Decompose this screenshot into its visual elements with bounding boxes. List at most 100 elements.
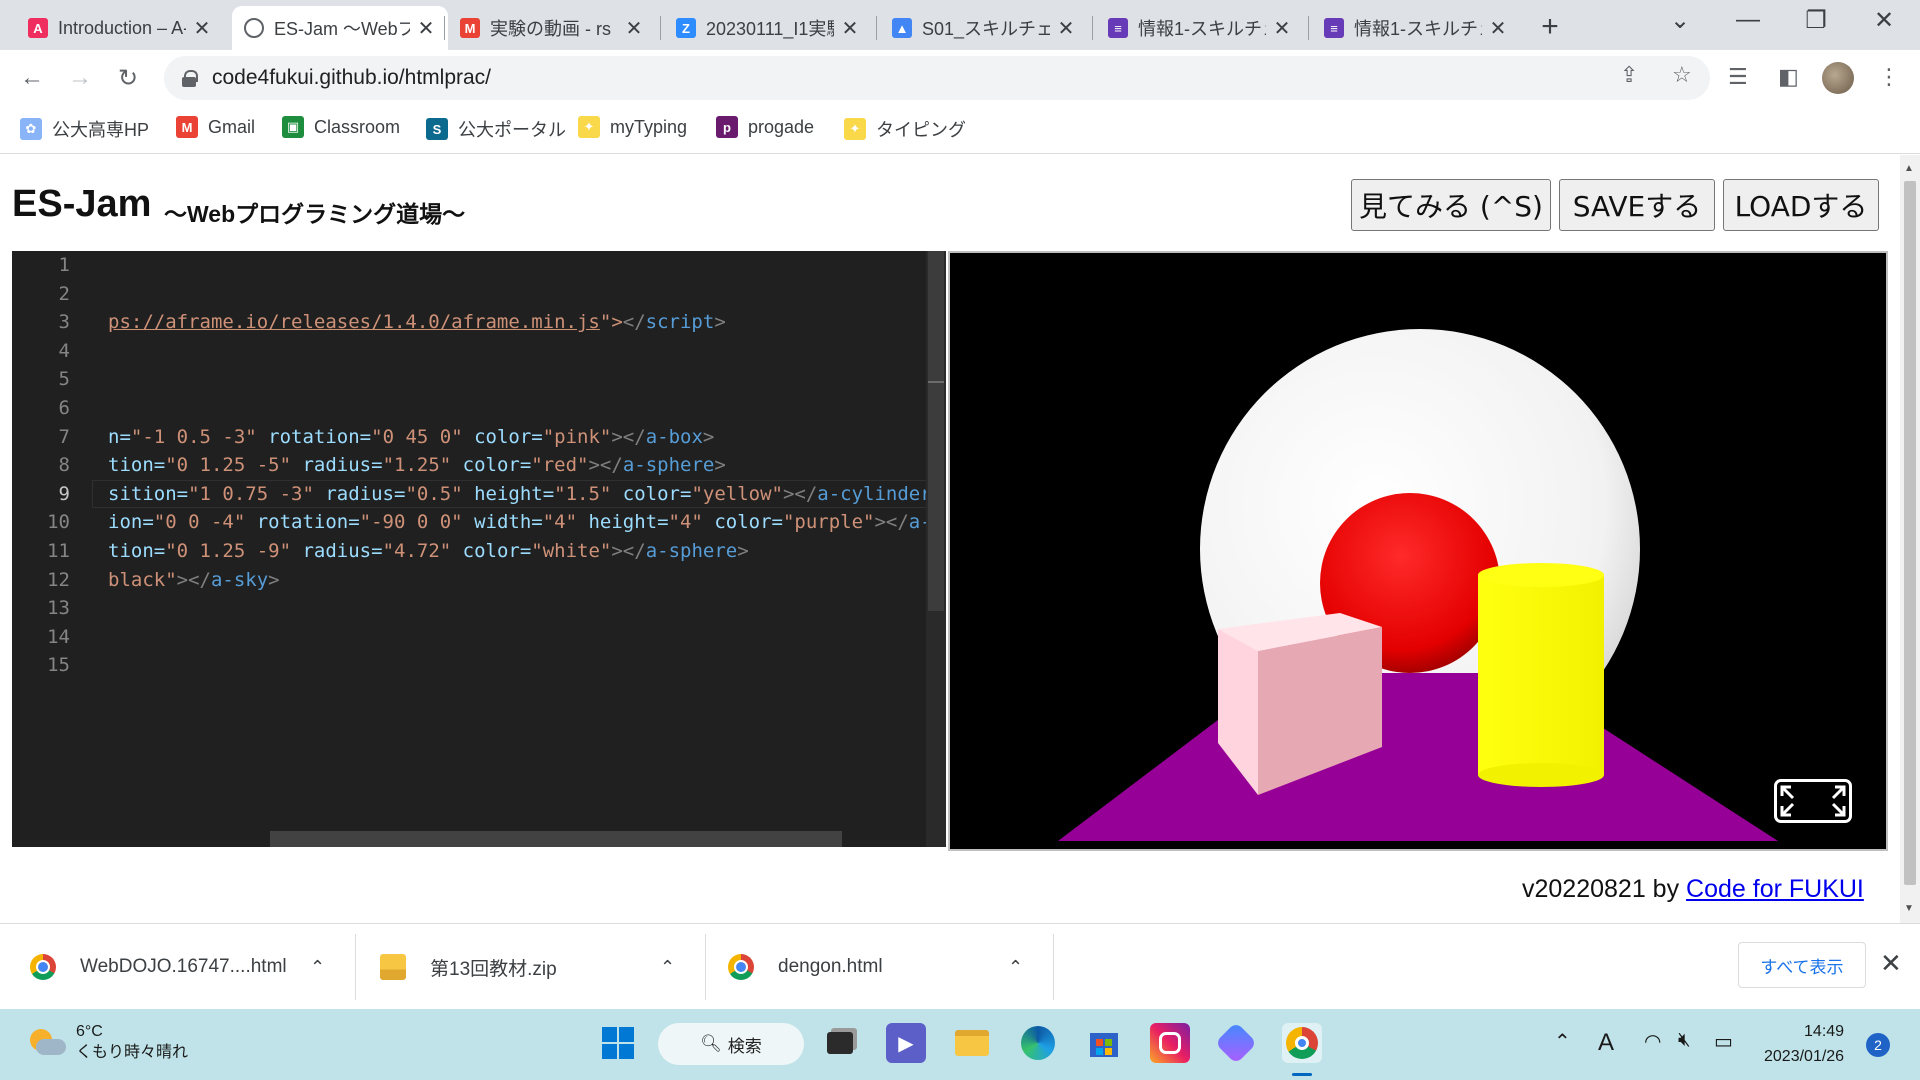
progade-icon: p: [716, 116, 738, 138]
bookmark-item[interactable]: ✿ 公大高専HP: [20, 116, 149, 142]
code-area[interactable]: ps://aframe.io/releases/1.4.0/aframe.min…: [108, 251, 940, 847]
code-line[interactable]: ion="0 0 -4" rotation="-90 0 0" width="4…: [108, 508, 940, 536]
close-downloads-icon[interactable]: ✕: [1880, 948, 1902, 979]
page-scroll-thumb[interactable]: [1904, 181, 1916, 885]
copilot-icon[interactable]: [1214, 1021, 1258, 1065]
system-clock[interactable]: 14:49 2023/01/26: [1764, 1019, 1844, 1069]
close-window-button[interactable]: ✕: [1864, 6, 1904, 35]
browser-tab[interactable]: ES-Jam 〜Webプログラミング道場〜 ✕: [232, 6, 448, 50]
scroll-up-arrow-icon[interactable]: ▲: [1904, 163, 1914, 174]
fullscreen-button[interactable]: [1774, 779, 1852, 823]
editor-vertical-scrollbar[interactable]: [926, 251, 946, 847]
windows-taskbar: 6°C くもり時々晴れ 🔍︎ 検索 ▶ ⌃ A ◠ 🔇︎ ▭ 14:49 202…: [0, 1009, 1920, 1080]
tab-close-icon[interactable]: ✕: [416, 16, 436, 41]
code-line[interactable]: black"></a-sky>: [108, 566, 280, 594]
page-scrollbar[interactable]: ▲ ▼: [1900, 155, 1920, 923]
back-arrow-icon[interactable]: ←: [14, 60, 50, 96]
code-line[interactable]: n="-1 0.5 -3" rotation="0 45 0" color="p…: [108, 423, 714, 451]
aframe-scene[interactable]: [950, 253, 1886, 849]
code-token: "1 0.75 -3": [188, 482, 314, 505]
microsoft-store-icon[interactable]: [1084, 1023, 1124, 1063]
notification-badge[interactable]: 2: [1866, 1033, 1890, 1057]
browser-tab[interactable]: ≡ 情報1-スキルチェック ✕: [1312, 6, 1520, 50]
profile-avatar[interactable]: [1822, 62, 1854, 94]
taskbar-search-button[interactable]: 🔍︎ 検索: [658, 1023, 804, 1065]
url-text[interactable]: code4fukui.github.io/htmlprac/: [212, 66, 491, 90]
bookmark-item[interactable]: S 公大ポータル: [426, 116, 566, 142]
preview-button[interactable]: 見てみる (^S): [1351, 179, 1551, 231]
code-token: radius=: [291, 454, 383, 477]
show-hidden-icons-chevron-icon[interactable]: ⌃: [1554, 1029, 1571, 1054]
download-chevron-icon[interactable]: ⌃: [1008, 957, 1023, 978]
line-number-gutter: 1 2 3 4 5 6 7 8 9 10 11 12 13 14 15: [12, 251, 92, 847]
tab-close-icon[interactable]: ✕: [1056, 16, 1076, 41]
reload-icon[interactable]: ↻: [110, 60, 146, 96]
instagram-icon[interactable]: [1150, 1023, 1190, 1063]
preview-pane[interactable]: [948, 251, 1888, 851]
code-for-fukui-link[interactable]: Code for FUKUI: [1686, 875, 1864, 903]
bookmark-item[interactable]: p progade: [716, 116, 814, 138]
new-tab-button[interactable]: +: [1532, 10, 1568, 44]
browser-tab[interactable]: M 実験の動画 - rs ✕: [448, 6, 656, 50]
battery-icon[interactable]: ▭: [1714, 1029, 1733, 1054]
tab-close-icon[interactable]: ✕: [1488, 16, 1508, 41]
code-line[interactable]: ps://aframe.io/releases/1.4.0/aframe.min…: [108, 308, 726, 336]
address-bar[interactable]: code4fukui.github.io/htmlprac/: [164, 56, 1710, 100]
bookmark-label: progade: [748, 116, 815, 137]
download-item[interactable]: 第13回教材.zip ⌃: [380, 924, 690, 1010]
bookmark-item[interactable]: M Gmail: [176, 116, 255, 138]
browser-tab[interactable]: A Introduction – A-Frame ✕: [16, 6, 224, 50]
download-item[interactable]: WebDOJO.16747....html ⌃: [30, 924, 340, 1010]
load-button[interactable]: LOADする: [1723, 179, 1879, 231]
download-filename: WebDOJO.16747....html: [80, 956, 287, 977]
windows-start-icon[interactable]: [598, 1023, 638, 1063]
minimize-button[interactable]: —: [1728, 6, 1768, 34]
code-line[interactable]: tion="0 1.25 -5" radius="1.25" color="re…: [108, 451, 726, 479]
tab-close-icon[interactable]: ✕: [192, 16, 212, 41]
ime-indicator[interactable]: A: [1598, 1029, 1614, 1057]
editor-vertical-scroll-thumb[interactable]: [928, 251, 944, 611]
download-chevron-icon[interactable]: ⌃: [660, 957, 675, 978]
save-button[interactable]: SAVEする: [1559, 179, 1715, 231]
editor-horizontal-scroll-thumb[interactable]: [270, 831, 842, 847]
bookmark-item[interactable]: ▣ Classroom: [282, 116, 400, 138]
code-editor[interactable]: 1 2 3 4 5 6 7 8 9 10 11 12 13 14 15 ps://aframe.io/rel…: [12, 251, 946, 847]
bookmark-star-icon[interactable]: ☆: [1672, 62, 1692, 88]
lock-icon[interactable]: [182, 70, 198, 87]
code-line[interactable]: sition="1 0.75 -3" radius="0.5" height="…: [108, 480, 940, 508]
code-token: >: [737, 540, 749, 562]
wifi-icon[interactable]: ◠: [1644, 1029, 1661, 1054]
teams-chat-icon[interactable]: ▶: [886, 1023, 926, 1063]
tab-close-icon[interactable]: ✕: [1272, 16, 1292, 41]
file-explorer-icon[interactable]: [952, 1023, 992, 1063]
chrome-taskbar-icon[interactable]: [1282, 1023, 1322, 1063]
bookmark-label: Gmail: [208, 116, 256, 137]
code-token: width=: [462, 511, 543, 534]
tab-search-chevron-icon[interactable]: ⌄: [1660, 6, 1700, 35]
side-panel-icon[interactable]: ◧: [1778, 64, 1799, 90]
browser-tab[interactable]: Z 20230111_I1実験 ✕: [664, 6, 872, 50]
restore-button[interactable]: ❐: [1796, 6, 1836, 35]
download-chevron-icon[interactable]: ⌃: [310, 957, 325, 978]
reading-list-icon[interactable]: ☰: [1728, 64, 1748, 90]
code-token: script: [645, 311, 715, 334]
browser-tab[interactable]: ≡ 情報1-スキルチェック ✕: [1096, 6, 1304, 50]
task-view-icon[interactable]: [820, 1023, 860, 1063]
line-number: 13: [47, 597, 70, 620]
weather-widget[interactable]: 6°C くもり時々晴れ: [30, 1021, 188, 1063]
code-line[interactable]: tion="0 1.25 -9" radius="4.72" color="wh…: [108, 537, 749, 565]
tab-close-icon[interactable]: ✕: [840, 16, 860, 41]
zip-folder-icon: [380, 954, 406, 980]
download-item[interactable]: dengon.html ⌃: [728, 924, 1038, 1010]
show-all-downloads-button[interactable]: すべて表示: [1738, 942, 1866, 988]
volume-muted-icon[interactable]: 🔇︎: [1678, 1029, 1691, 1052]
bookmark-item[interactable]: ✦ タイピング: [844, 116, 966, 142]
tab-close-icon[interactable]: ✕: [624, 16, 644, 41]
edge-browser-icon[interactable]: [1018, 1023, 1058, 1063]
browser-tab[interactable]: ▲ S01_スキルチェック ✕: [880, 6, 1088, 50]
scroll-down-arrow-icon[interactable]: ▼: [1904, 903, 1914, 914]
menu-kebab-icon[interactable]: ⋮: [1878, 64, 1900, 90]
share-icon[interactable]: ⇪: [1620, 62, 1638, 88]
forward-arrow-icon[interactable]: →: [62, 60, 98, 96]
bookmark-item[interactable]: ✦ myTyping: [578, 116, 687, 138]
